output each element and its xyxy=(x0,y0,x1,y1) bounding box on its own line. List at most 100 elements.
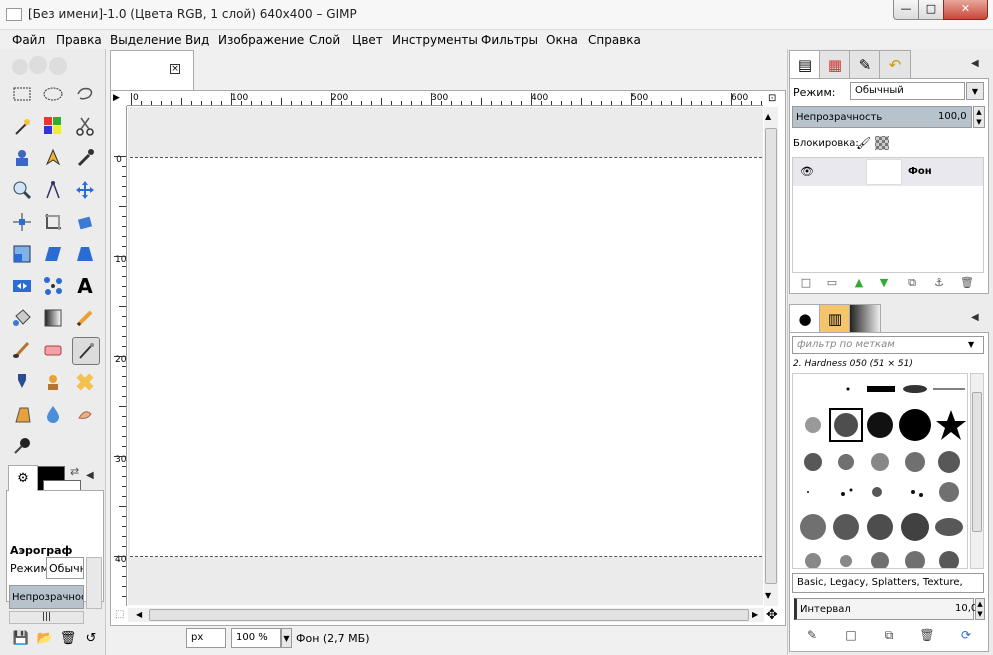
spacing-slider[interactable]: Интервал xyxy=(794,598,974,620)
color-picker-icon[interactable] xyxy=(72,145,98,171)
tab-patterns[interactable]: ▥ xyxy=(819,304,851,333)
menu-view[interactable]: Вид xyxy=(185,33,209,47)
menu-windows[interactable]: Окна xyxy=(546,33,578,47)
reset-options-icon[interactable]: ↺ xyxy=(82,630,100,648)
opacity-slider[interactable]: Непрозрачность xyxy=(9,585,84,609)
delete-options-icon[interactable]: 🗑 xyxy=(59,630,77,648)
layer-visibility-eye-icon[interactable]: 👁 xyxy=(800,165,814,178)
tag-filter-dropdown-icon[interactable]: ▼ xyxy=(968,340,974,349)
menu-edit[interactable]: Правка xyxy=(56,33,102,47)
cage-transform-icon[interactable] xyxy=(40,273,66,299)
rect-select-icon[interactable] xyxy=(9,81,35,107)
image-canvas[interactable] xyxy=(130,157,762,557)
tab-gradients[interactable] xyxy=(849,304,881,333)
layer-mode-dropdown-icon[interactable]: ▼ xyxy=(966,82,984,100)
duplicate-layer-icon[interactable]: ⧉ xyxy=(903,276,921,292)
new-brush-icon[interactable]: □ xyxy=(842,628,860,644)
bucket-fill-icon[interactable] xyxy=(9,305,35,331)
swap-colors-icon[interactable]: ⇄ xyxy=(70,465,79,478)
lasso-icon[interactable] xyxy=(72,81,98,107)
dodge-burn-icon[interactable] xyxy=(9,433,35,459)
quick-mask-icon[interactable]: ⬚ xyxy=(115,609,124,620)
tool-options-scrollbar[interactable] xyxy=(86,557,102,609)
fuzzy-select-icon[interactable] xyxy=(9,113,35,139)
horizontal-ruler[interactable]: 0 100 200 300 400 500 600 xyxy=(127,93,763,106)
clone-icon[interactable] xyxy=(40,369,66,395)
image-tab[interactable] xyxy=(110,50,194,90)
paths-icon[interactable] xyxy=(40,145,66,171)
smudge-icon[interactable] xyxy=(72,401,98,427)
edit-brush-icon[interactable]: ✎ xyxy=(803,628,821,644)
vertical-scroll-thumb[interactable] xyxy=(765,128,777,584)
minimize-button[interactable]: — xyxy=(893,0,919,20)
zoom-icon[interactable] xyxy=(9,177,35,203)
mode-select[interactable]: Обычный xyxy=(46,557,84,579)
delete-layer-icon[interactable]: 🗑 xyxy=(958,276,976,292)
scroll-up-icon[interactable]: ▲ xyxy=(765,112,771,121)
brushes-dock-menu-icon[interactable]: ◀ xyxy=(971,312,979,323)
tab-brushes[interactable]: ● xyxy=(789,304,821,333)
tab-channels[interactable]: ▦ xyxy=(819,50,851,79)
perspective-icon[interactable] xyxy=(72,241,98,267)
new-layer-group-icon[interactable]: ▭ xyxy=(823,276,841,292)
brush-tags-field[interactable]: Basic, Legacy, Splatters, Texture, xyxy=(792,573,984,593)
save-options-icon[interactable]: 💾 xyxy=(12,630,30,648)
wilber-logo-icon[interactable] xyxy=(8,53,72,77)
lock-pixels-icon[interactable]: 🖌 xyxy=(856,136,871,150)
menu-image[interactable]: Изображение xyxy=(218,33,304,47)
pencil-icon[interactable] xyxy=(72,305,98,331)
tab-undo[interactable]: ↶ xyxy=(879,50,911,79)
anchor-layer-icon[interactable]: ⚓ xyxy=(930,276,948,292)
blur-icon[interactable] xyxy=(40,401,66,427)
flip-icon[interactable] xyxy=(9,273,35,299)
close-tab-icon[interactable]: × xyxy=(170,64,180,74)
heal-icon[interactable] xyxy=(72,369,98,395)
shear-icon[interactable] xyxy=(40,241,66,267)
scroll-left-icon[interactable]: ◀ xyxy=(136,610,142,619)
blend-icon[interactable] xyxy=(40,305,66,331)
menu-tools[interactable]: Инструменты xyxy=(392,33,478,47)
brush-tag-filter[interactable]: фильтр по меткам xyxy=(792,336,984,354)
foreground-select-icon[interactable] xyxy=(9,145,35,171)
tab-layers[interactable]: ▤ xyxy=(789,50,821,79)
move-icon[interactable] xyxy=(72,177,98,203)
menu-filters[interactable]: Фильтры xyxy=(481,33,538,47)
menu-colors[interactable]: Цвет xyxy=(352,33,383,47)
dock-menu-arrow-icon[interactable]: ◀ xyxy=(86,470,94,481)
align-icon[interactable] xyxy=(9,209,35,235)
close-button[interactable]: ✕ xyxy=(943,0,988,20)
delete-brush-icon[interactable]: 🗑 xyxy=(918,628,936,644)
perspective-clone-icon[interactable] xyxy=(9,401,35,427)
navigate-icon[interactable]: ✥ xyxy=(766,607,778,623)
crop-icon[interactable] xyxy=(40,209,66,235)
spacing-spinner[interactable]: ▲ ▼ xyxy=(975,598,985,620)
paintbrush-icon[interactable] xyxy=(9,337,35,363)
maximize-button[interactable]: □ xyxy=(918,0,944,20)
zoom-dropdown-icon[interactable]: ▼ xyxy=(281,628,292,648)
eraser-icon[interactable] xyxy=(40,337,66,363)
unit-select[interactable]: px xyxy=(186,628,226,648)
lock-alpha-icon[interactable] xyxy=(875,136,889,150)
layer-mode-select[interactable]: Обычный xyxy=(850,82,965,100)
vertical-ruler[interactable]: 0 100 200 300 400 xyxy=(113,106,127,606)
menu-file[interactable]: Файл xyxy=(12,33,45,47)
select-by-color-icon[interactable] xyxy=(40,113,66,139)
restore-options-icon[interactable]: 📂 xyxy=(36,630,54,648)
tool-options-hscrollbar[interactable]: ||| xyxy=(9,611,84,624)
scroll-right-icon[interactable]: ▶ xyxy=(752,610,758,619)
brush-grid-scroll-thumb[interactable] xyxy=(972,392,982,532)
zoom-select[interactable]: 100 % xyxy=(231,628,281,648)
raise-layer-icon[interactable]: ▲ xyxy=(850,276,868,292)
horizontal-scroll-thumb[interactable] xyxy=(149,609,749,621)
ellipse-select-icon[interactable] xyxy=(40,81,66,107)
tool-options-tab[interactable]: ⚙ xyxy=(8,465,38,491)
refresh-brushes-icon[interactable]: ⟳ xyxy=(957,628,975,644)
brush-thumbnails[interactable] xyxy=(793,374,968,569)
menu-help[interactable]: Справка xyxy=(588,33,641,47)
duplicate-brush-icon[interactable]: ⧉ xyxy=(880,628,898,644)
layers-dock-menu-icon[interactable]: ◀ xyxy=(971,58,979,69)
menu-select[interactable]: Выделение xyxy=(110,33,181,47)
new-layer-icon[interactable]: □ xyxy=(797,276,815,292)
text-tool-icon[interactable]: A xyxy=(72,273,98,299)
scroll-down-icon[interactable]: ▼ xyxy=(765,591,771,600)
